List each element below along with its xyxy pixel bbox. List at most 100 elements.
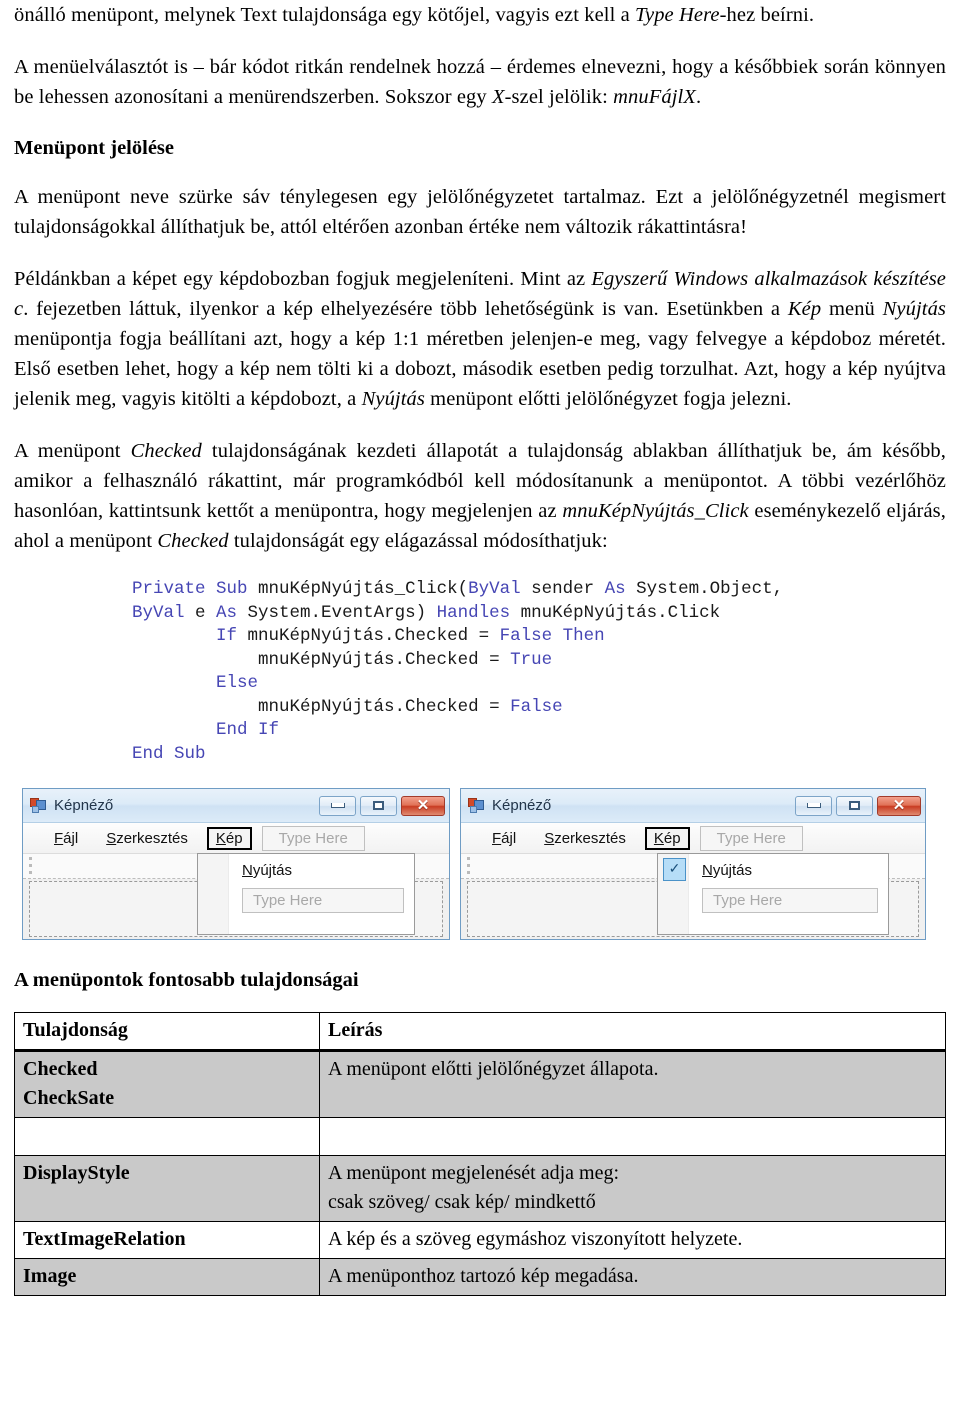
dropdown-item-nyujtas-mnemonic: N — [702, 861, 713, 879]
close-icon: ✕ — [892, 797, 906, 814]
code-keyword-end: End — [216, 720, 248, 740]
maximize-button[interactable] — [360, 795, 397, 816]
property-name-line2: CheckSate — [23, 1087, 115, 1109]
table-header-row: Tulajdonság Leírás — [14, 1012, 946, 1052]
paragraph-2-emphasis-name: mnuFájlX — [613, 86, 696, 108]
code-line-7: End If — [132, 719, 946, 743]
code-keyword-if-2: If — [258, 720, 280, 740]
menu-item-fajl[interactable]: Fájl — [45, 827, 87, 850]
section-heading: Menüpont jelölése — [14, 137, 174, 159]
table-cell-property: DisplayStyle — [14, 1155, 320, 1222]
code-keyword-sub: Sub — [216, 579, 248, 599]
maximize-icon — [849, 801, 860, 810]
table-row — [14, 1117, 946, 1156]
code-text-4: e — [184, 602, 217, 623]
menu-item-kep-mnemonic: K — [215, 829, 226, 847]
code-line-8: End Sub — [132, 743, 946, 767]
close-button[interactable]: ✕ — [877, 795, 921, 816]
close-button[interactable]: ✕ — [401, 795, 445, 816]
screenshot-window-unchecked: Képnéző ✕ Fájl Szerkesztés Kép Type Here — [22, 788, 450, 940]
window1-client-area: Fájl Szerkesztés Kép Type Here Nyújtás T… — [23, 823, 449, 939]
menu-type-here-placeholder[interactable]: Type Here — [699, 825, 803, 851]
paragraph-4-emphasis-nyujtas-2: Nyújtás — [361, 388, 425, 410]
paragraph-4-text-c: menü — [821, 298, 883, 320]
paragraph-5-emphasis-checked: Checked — [130, 440, 202, 462]
menu-item-szerkesztes[interactable]: Szerkesztés — [535, 827, 635, 850]
menu-item-kep[interactable]: Kép — [206, 826, 252, 850]
table-header-description: Leírás — [319, 1012, 946, 1052]
code-keyword-if: If — [216, 626, 238, 646]
code-keyword-end-2: End — [132, 743, 164, 764]
window2-titlebar: Képnéző ✕ — [461, 789, 925, 823]
paragraph-4-text-a: Példánkban a képet egy képdobozban fogju… — [14, 268, 592, 290]
window2-title: Képnéző — [492, 797, 552, 814]
dropdown-item-nyujtas[interactable]: Nyújtás — [658, 854, 888, 886]
menu-item-kep[interactable]: Kép — [644, 826, 690, 850]
table-cell-property: TextImageRelation — [14, 1221, 320, 1259]
menu-type-here-placeholder[interactable]: Type Here — [261, 825, 365, 851]
screenshot-figure-group: Képnéző ✕ Fájl Szerkesztés Kép Type Here — [14, 788, 946, 940]
maximize-icon — [373, 801, 384, 810]
window1-dropdown-menu: Nyújtás Type Here — [197, 853, 415, 935]
paragraph-2-text-b: -szel jelölik: — [504, 86, 614, 108]
menu-item-fajl[interactable]: Fájl — [483, 827, 525, 850]
code-keyword-then: Then — [562, 626, 605, 646]
table-cell-property: Image — [14, 1258, 320, 1296]
table-row: Image A menüponthoz tartozó kép megadása… — [14, 1258, 946, 1296]
properties-table: Tulajdonság Leírás Checked CheckSate A me… — [14, 1012, 946, 1296]
code-text-7: mnuKépNyújtás.Checked = — [237, 626, 500, 646]
dropdown-item-nyujtas[interactable]: Nyújtás — [198, 854, 414, 886]
maximize-button[interactable] — [836, 795, 873, 816]
table-row: DisplayStyle A menüpont megjelenését adj… — [14, 1155, 946, 1222]
checked-checkbox-icon[interactable]: ✓ — [663, 858, 686, 881]
code-listing: Private Sub mnuKépNyújtás_Click(ByVal se… — [14, 578, 946, 766]
table-cell-description: A menüpont megjelenését adja meg: csak sz… — [319, 1155, 946, 1222]
paragraph-4-text-e: menüpont előtti jelölőnégyzet fogja jele… — [424, 388, 792, 410]
table-cell-description: A menüpont előtti jelölőnégyzet állapota… — [319, 1050, 946, 1118]
application-icon — [30, 798, 47, 813]
paragraph-5-text-a: A menüpont — [14, 440, 131, 462]
minimize-button[interactable] — [795, 795, 832, 816]
paragraph-2-emphasis-x: X — [491, 86, 505, 108]
dropdown-type-here-placeholder[interactable]: Type Here — [702, 888, 878, 913]
window1-titlebar: Képnéző ✕ — [23, 789, 449, 823]
code-text-8: mnuKépNyújtás.Checked = — [258, 649, 511, 670]
window1-title: Képnéző — [54, 797, 114, 814]
code-line-4: mnuKépNyújtás.Checked = True — [132, 649, 946, 673]
document-page: önálló menüpont, melynek Text tulajdonsá… — [0, 0, 960, 1407]
menu-item-fajl-mnemonic: F — [54, 829, 64, 847]
property-name-line1: Checked — [23, 1058, 98, 1080]
code-keyword-as-2: As — [216, 602, 238, 623]
table-cell-description: A menüponthoz tartozó kép megadása. — [319, 1258, 946, 1296]
code-text-3: System.Object, — [625, 579, 784, 599]
paragraph-4-emphasis-nyujtas: Nyújtás — [882, 298, 946, 320]
window2-menu-strip: Fájl Szerkesztés Kép Type Here — [461, 823, 925, 854]
paragraph-1-text-b: -hez beírni. — [719, 4, 815, 26]
screenshot-window-checked: Képnéző ✕ Fájl Szerkesztés Kép Type Here — [460, 788, 926, 940]
minimize-icon — [330, 803, 345, 808]
menu-item-szerkesztes-mnemonic: S — [544, 829, 555, 847]
code-text-2: sender — [520, 579, 605, 599]
table-row: Checked CheckSate A menüpont előtti jelöl… — [14, 1050, 946, 1118]
minimize-icon — [806, 803, 821, 808]
paragraph-4-emphasis-kep: Kép — [787, 298, 822, 320]
code-text-6: mnuKépNyújtás.Click — [510, 602, 721, 623]
window2-client-area: Fájl Szerkesztés Kép Type Here ✓ Nyújtás… — [461, 823, 925, 939]
code-text-5: System.EventArgs) — [237, 602, 437, 623]
paragraph-1-text-a: önálló menüpont, melynek Text tulajdonsá… — [14, 4, 636, 26]
menu-item-kep-mnemonic: K — [653, 829, 664, 847]
table-cell-description: A kép és a szöveg egymáshoz viszonyított… — [319, 1221, 946, 1259]
code-line-2: ByVal e As System.EventArgs) Handles mnu… — [132, 602, 946, 626]
minimize-button[interactable] — [319, 795, 356, 816]
code-line-5: Else — [132, 672, 946, 696]
paragraph-1: önálló menüpont, melynek Text tulajdonsá… — [14, 0, 946, 30]
window2-dropdown-menu: ✓ Nyújtás Type Here — [657, 853, 889, 935]
application-icon — [468, 798, 485, 813]
code-keyword-true: True — [510, 649, 553, 670]
menu-item-szerkesztes[interactable]: Szerkesztés — [97, 827, 197, 850]
dropdown-type-here-placeholder[interactable]: Type Here — [242, 888, 404, 913]
code-keyword-false: False — [499, 626, 553, 646]
table-cell-description — [319, 1117, 946, 1156]
window1-controls: ✕ — [319, 795, 445, 816]
description-line1: A menüpont előtti jelölőnégyzet állapota… — [328, 1058, 659, 1080]
